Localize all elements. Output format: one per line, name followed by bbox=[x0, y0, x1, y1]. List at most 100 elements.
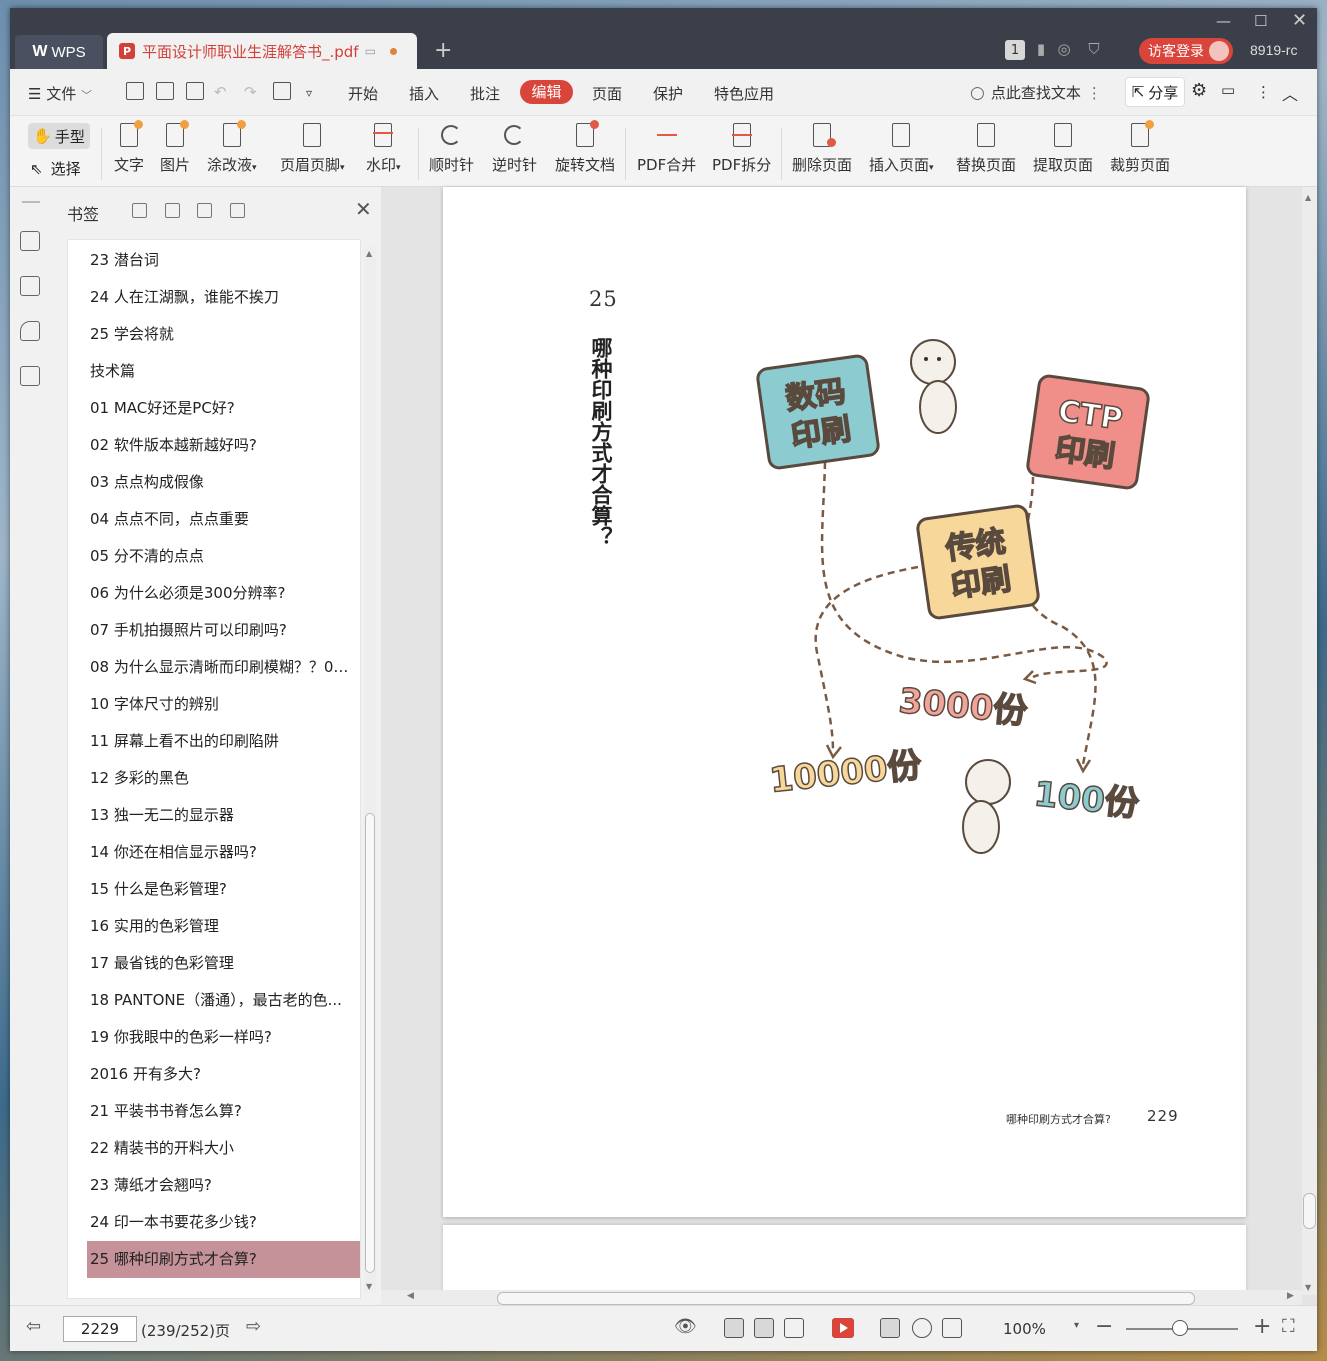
bookmark-item[interactable]: 19 你我眼中的色彩一样吗? bbox=[68, 1019, 360, 1056]
collapse-all-icon[interactable] bbox=[165, 203, 180, 218]
bookmark-item[interactable]: 22 精装书的开料大小 bbox=[68, 1130, 360, 1167]
bookmark-item[interactable]: 24 印一本书要花多少钱? bbox=[68, 1204, 360, 1241]
new-tab-button[interactable]: + bbox=[434, 38, 452, 63]
replace-page-button[interactable]: 替换页面 bbox=[956, 122, 1016, 175]
bookmark-item[interactable]: 10 字体尺寸的辨别 bbox=[68, 686, 360, 723]
undo-icon[interactable]: ↶ bbox=[214, 83, 227, 101]
bookmark-item[interactable]: 01 MAC好还是PC好? bbox=[68, 390, 360, 427]
scroll-down-icon[interactable]: ▼ bbox=[1305, 1283, 1311, 1292]
bookmark-item[interactable]: 02 软件版本越新越好吗? bbox=[68, 427, 360, 464]
bookmark-item[interactable]: 16 实用的色彩管理 bbox=[68, 908, 360, 945]
extract-page-button[interactable]: 提取页面 bbox=[1033, 122, 1093, 175]
bookmark-item[interactable]: 03 点点构成假像 bbox=[68, 464, 360, 501]
guest-login-button[interactable]: 访客登录 bbox=[1139, 38, 1233, 64]
bookmark-item[interactable]: 18 PANTONE（潘通），最古老的色... bbox=[68, 982, 360, 1019]
delete-page-button[interactable]: 删除页面 bbox=[792, 122, 852, 175]
bookmark-item[interactable]: 技术篇 bbox=[68, 353, 360, 390]
continuous-view-icon[interactable] bbox=[724, 1318, 744, 1338]
zoom-out-icon[interactable]: − bbox=[1095, 1314, 1113, 1339]
page-number-input[interactable]: 2229 bbox=[63, 1316, 137, 1342]
slideshow-play-icon[interactable] bbox=[832, 1318, 854, 1338]
crop-page-button[interactable]: 裁剪页面 bbox=[1110, 120, 1170, 175]
print-icon[interactable] bbox=[186, 82, 204, 100]
menu-annotate[interactable]: 批注 bbox=[470, 83, 500, 104]
expand-all-icon[interactable] bbox=[132, 203, 147, 218]
rotate-clockwise-button[interactable]: 顺时针 bbox=[429, 122, 474, 175]
menu-protect[interactable]: 保护 bbox=[653, 83, 683, 104]
bookmark-item[interactable]: 15 什么是色彩管理? bbox=[68, 871, 360, 908]
bookmark-item[interactable]: 12 多彩的黑色 bbox=[68, 760, 360, 797]
skin-shirt-icon[interactable]: ⛉ bbox=[1085, 40, 1103, 58]
bookmark-list-icon[interactable] bbox=[20, 231, 40, 251]
minimize-icon[interactable]: — bbox=[1216, 12, 1231, 30]
settings-gear-icon[interactable]: ⚙ bbox=[1191, 80, 1207, 101]
rotate-counterclockwise-button[interactable]: 逆时针 bbox=[492, 122, 537, 175]
close-panel-icon[interactable]: ✕ bbox=[355, 197, 372, 221]
scroll-down-icon[interactable]: ▼ bbox=[366, 1282, 372, 1291]
horizontal-scroll-thumb[interactable] bbox=[497, 1292, 1195, 1305]
bookmark-item[interactable]: 25 学会将就 bbox=[68, 316, 360, 353]
zoom-in-icon[interactable]: + bbox=[1253, 1314, 1271, 1339]
fit-page-icon[interactable] bbox=[912, 1318, 932, 1338]
header-footer-button[interactable]: 页眉页脚▾ bbox=[280, 122, 345, 175]
bookmark-item[interactable]: 23 潜台词 bbox=[68, 242, 360, 279]
share-button[interactable]: ⇱ 分享 bbox=[1125, 77, 1185, 107]
save-icon[interactable] bbox=[156, 82, 174, 100]
open-folder-icon[interactable] bbox=[126, 82, 144, 100]
bookmark-item[interactable]: 25 哪种印刷方式才合算? bbox=[87, 1241, 360, 1278]
bookmark-scrollbar[interactable]: ▲ ▼ bbox=[364, 247, 376, 1293]
attachment-icon[interactable] bbox=[20, 366, 40, 386]
text-tool-button[interactable]: 文字 bbox=[114, 120, 144, 175]
comment-icon[interactable]: ▭ bbox=[1221, 81, 1235, 99]
more-dropdown-icon[interactable]: ▿ bbox=[306, 86, 312, 100]
menu-edit[interactable]: 编辑 bbox=[520, 80, 573, 104]
wps-home-tab[interactable]: W WPS bbox=[15, 35, 103, 69]
bookmark-item[interactable]: 21 平装书书脊怎么算? bbox=[68, 1093, 360, 1130]
fullscreen-icon[interactable]: ⛶ bbox=[1282, 1316, 1295, 1337]
correction-fluid-button[interactable]: 涂改液▾ bbox=[207, 120, 257, 175]
document-vertical-scrollbar[interactable]: ▲ ▼ bbox=[1302, 187, 1317, 1295]
tab-count-badge[interactable]: 1 bbox=[1005, 40, 1025, 60]
bookmark-item[interactable]: 11 屏幕上看不出的印刷陷阱 bbox=[68, 723, 360, 760]
bookmark-item[interactable]: 14 你还在相信显示器吗? bbox=[68, 834, 360, 871]
document-tab[interactable]: P 平面设计师职业生涯解答书_.pdf ▭ bbox=[107, 33, 417, 69]
menu-insert[interactable]: 插入 bbox=[409, 83, 439, 104]
sync-icon[interactable]: ◎ bbox=[1055, 40, 1073, 58]
document-scroll-thumb[interactable] bbox=[1303, 1193, 1316, 1229]
bookmark-item[interactable]: 07 手机拍摄照片可以印刷吗? bbox=[68, 612, 360, 649]
bookmark-item[interactable]: 23 薄纸才会翘吗? bbox=[68, 1167, 360, 1204]
select-tool-button[interactable]: ⇖ 选择 bbox=[30, 158, 81, 179]
bookmark-item[interactable]: 13 独一无二的显示器 bbox=[68, 797, 360, 834]
bookmark-item[interactable]: 24 人在江湖飘，谁能不挨刀 bbox=[68, 279, 360, 316]
redo-icon[interactable]: ↷ bbox=[244, 83, 257, 101]
bookmark-item[interactable]: 08 为什么显示清晰而印刷模糊？？09 ... bbox=[68, 649, 360, 686]
single-page-view-icon[interactable] bbox=[754, 1318, 774, 1338]
export-image-icon[interactable] bbox=[273, 82, 291, 100]
bookmark-item[interactable]: 05 分不清的点点 bbox=[68, 538, 360, 575]
eye-protection-icon[interactable]: 👁 bbox=[674, 1316, 697, 1337]
scroll-up-icon[interactable]: ▲ bbox=[1305, 193, 1311, 202]
tab-list-icon[interactable]: ▮ bbox=[1032, 40, 1050, 58]
bookmark-item[interactable]: 2016 开有多大? bbox=[68, 1056, 360, 1093]
image-tool-button[interactable]: 图片 bbox=[160, 120, 190, 175]
rotate-document-button[interactable]: 旋转文档 bbox=[555, 120, 615, 175]
scroll-left-icon[interactable]: ◀ bbox=[407, 1291, 414, 1301]
pdf-split-button[interactable]: PDF拆分 bbox=[712, 122, 771, 175]
hand-tool-button[interactable]: ✋ 手型 bbox=[28, 123, 90, 149]
menu-special-apps[interactable]: 特色应用 bbox=[714, 83, 774, 104]
insert-page-button[interactable]: 插入页面▾ bbox=[869, 122, 934, 175]
fit-width-icon[interactable] bbox=[942, 1318, 962, 1338]
menu-start[interactable]: 开始 bbox=[348, 83, 378, 104]
find-text-search[interactable]: ○ 点此查找文本 ⋮ bbox=[970, 82, 1102, 103]
scroll-right-icon[interactable]: ▶ bbox=[1287, 1291, 1294, 1301]
document-viewport[interactable]: 25 哪种印刷方式才合算？ 数码 印刷 CTP 印刷 传统 印刷 3000份 1… bbox=[381, 187, 1317, 1315]
bookmark-scroll-thumb[interactable] bbox=[365, 813, 375, 1273]
file-menu[interactable]: ☰ 文件 ﹀ bbox=[28, 83, 92, 104]
scroll-up-icon[interactable]: ▲ bbox=[366, 249, 372, 258]
thumbnail-image-icon[interactable] bbox=[20, 276, 40, 296]
bookmark-settings-icon[interactable] bbox=[230, 203, 245, 218]
actual-size-icon[interactable] bbox=[880, 1318, 900, 1338]
zoom-slider-knob[interactable] bbox=[1172, 1320, 1188, 1336]
add-bookmark-icon[interactable] bbox=[197, 203, 212, 218]
maximize-icon[interactable]: ☐ bbox=[1254, 12, 1267, 30]
